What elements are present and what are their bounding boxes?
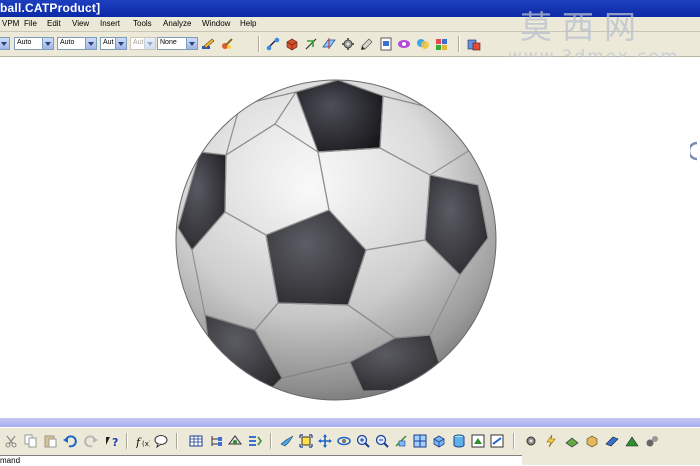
paste-icon[interactable] [43,434,57,448]
table-icon[interactable] [189,434,203,448]
cut-icon[interactable] [4,434,18,448]
fit-all-icon[interactable] [299,434,313,448]
toolbar-separator [258,36,260,52]
measure-icon[interactable] [228,434,242,448]
line-thickness-combo[interactable]: Auto [57,37,97,50]
combo-value: None [160,39,177,46]
toolbar-separator [513,433,515,449]
swap-visibility-icon[interactable] [397,37,411,51]
formula-icon[interactable]: f(x) [136,434,150,448]
render-icon[interactable] [416,37,430,51]
toolbar-separator [126,433,128,449]
comment-icon[interactable] [154,434,168,448]
menu-view[interactable]: View [72,19,89,28]
snap-icon[interactable] [625,434,639,448]
command-input[interactable]: mand [0,455,522,466]
catalog-icon[interactable] [467,37,481,51]
soccer-ball-model[interactable] [0,57,700,418]
standard-toolbar: ? f(x) [0,427,700,455]
watermark-logo: 莫西网 [520,8,647,46]
gear-icon[interactable] [524,434,538,448]
partial-combo[interactable] [0,37,10,50]
rotate-icon[interactable] [337,434,351,448]
chevron-down-icon [42,38,53,49]
hide-show-icon[interactable] [471,434,485,448]
tree-icon[interactable] [209,434,223,448]
svg-text:?: ? [112,436,118,448]
assembly-icon[interactable] [565,434,579,448]
gear-icon[interactable] [341,37,355,51]
fasten-icon[interactable] [605,434,619,448]
shading-icon[interactable] [452,434,466,448]
menu-help[interactable]: Help [240,19,256,28]
command-label: mand [0,456,21,465]
copy-icon[interactable] [24,434,38,448]
combo-value: Aut [103,39,114,46]
undo-icon[interactable] [63,434,77,448]
part-body-icon[interactable] [285,37,299,51]
toolbar-separator [270,433,272,449]
zoom-out-icon[interactable] [375,434,389,448]
menu-tools[interactable]: Tools [133,19,152,28]
combo-value: Auto [60,39,75,46]
multi-view-icon[interactable] [413,434,427,448]
chevron-down-icon [115,38,126,49]
chevron-down-icon [144,38,155,49]
combo-value: Aut [133,39,144,46]
brush-icon[interactable] [220,37,234,51]
redo-icon[interactable] [84,434,98,448]
line-type-combo[interactable]: Auto [14,37,54,50]
menu-vpm[interactable]: VPM [2,19,19,28]
menu-window[interactable]: Window [202,19,230,28]
product-icon[interactable] [585,434,599,448]
help-icon[interactable]: ? [104,434,118,448]
toolbar-separator [458,36,460,52]
pencil-icon[interactable] [360,37,374,51]
list-icon[interactable] [248,434,262,448]
plane-icon[interactable] [322,37,336,51]
swap-space-icon[interactable] [490,434,504,448]
menu-analyze[interactable]: Analyze [163,19,191,28]
window-title: ball.CATProduct] [0,1,101,15]
zoom-in-icon[interactable] [356,434,370,448]
settings-icon[interactable] [645,434,659,448]
sketch-icon[interactable] [304,37,318,51]
menu-edit[interactable]: Edit [47,19,61,28]
svg-text:(x): (x) [142,440,150,448]
drawing-sheet-icon[interactable] [379,37,393,51]
status-band [0,418,700,427]
layer-filter-combo[interactable]: None [157,37,198,50]
macro-icon[interactable] [435,37,449,51]
pan-icon[interactable] [318,434,332,448]
chevron-down-icon [85,38,96,49]
format-painter-icon[interactable] [201,37,215,51]
chevron-down-icon [0,38,9,49]
3d-viewport[interactable] [0,57,700,418]
layer-combo: Aut [130,37,156,50]
bolt-icon[interactable] [544,434,558,448]
menu-file[interactable]: File [24,19,37,28]
combo-value: Auto [17,39,32,46]
normal-view-icon[interactable] [394,434,408,448]
constraint-icon[interactable] [266,37,280,51]
point-type-combo[interactable]: Aut [100,37,127,50]
iso-view-icon[interactable] [432,434,446,448]
compass-icon[interactable] [687,141,700,161]
menu-insert[interactable]: Insert [100,19,120,28]
toolbar-separator [176,433,178,449]
fly-mode-icon[interactable] [280,434,294,448]
chevron-down-icon [186,38,197,49]
